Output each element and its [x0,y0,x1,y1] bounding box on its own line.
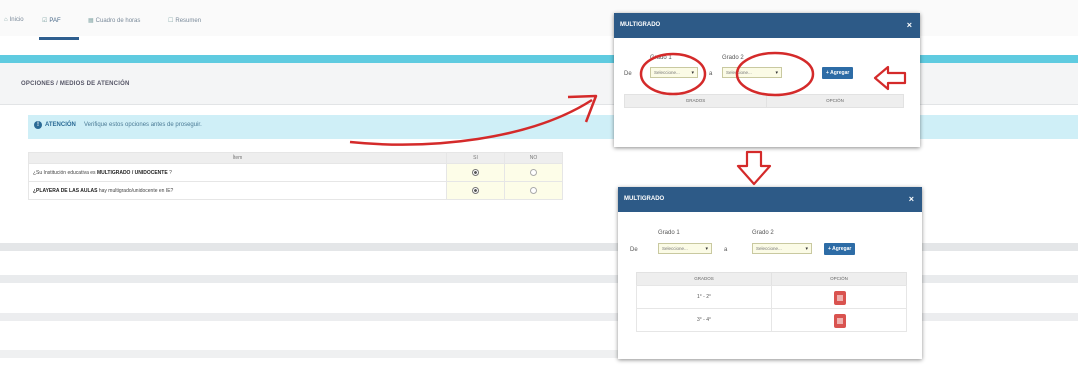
option-si-cell [446,163,505,182]
grado2-label: Grado 2 [752,230,774,236]
tab-paf[interactable]: ☑ PAF [42,17,61,24]
faded-row [0,350,620,358]
column-header-item: Ítem [28,152,447,164]
outline-arrow-down [736,150,772,186]
table-header-row: Ítem SI NO [28,152,563,164]
column-header-si: SI [446,152,505,164]
option-cell [771,308,907,332]
caret-down-icon: ▾ [805,246,808,252]
faded-row [0,243,620,251]
de-label: De [630,247,638,253]
alert-info: ! ATENCIÓN Verifique estos opciones ante… [28,115,1078,139]
trash-icon[interactable] [834,314,846,328]
document-icon: ☐ [168,18,174,24]
grado2-label: Grado 2 [722,55,744,61]
active-tab-indicator [39,37,79,40]
grados-cell: 1° - 2° [636,285,772,309]
faded-row [922,313,1078,321]
option-si-cell [446,181,505,200]
grados-cell: 3° - 4° [636,308,772,332]
faded-row [0,313,620,321]
radio-si[interactable] [472,169,479,176]
option-cell [771,285,907,309]
grid-icon: ▦ [88,18,94,24]
alert-text: Verifique estos opciones antes de proseg… [84,122,202,128]
caret-down-icon: ▾ [691,70,694,76]
radio-no[interactable] [530,187,537,194]
caret-down-icon: ▾ [705,246,708,252]
multigrado-modal-empty: MULTIGRADO × Grado 1 De Seleccione... ▾ a… [614,13,920,147]
table-row: ¿Su Institución educativa es MULTIGRADO … [28,163,563,182]
column-header-no: NO [504,152,563,164]
table-row: ¿PLAYERA DE LAS AULAS hay multigrado/uni… [28,181,563,200]
option-no-cell [504,163,563,182]
multigrado-modal-filled: MULTIGRADO × Grado 1 De Seleccione... ▾ a… [618,187,922,359]
grado1-label: Grado 1 [658,230,680,236]
tab-resumen[interactable]: ☐ Resumen [168,17,201,24]
modal-header: MULTIGRADO × [614,13,920,38]
caret-down-icon: ▾ [775,70,778,76]
question-cell: ¿Su Institución educativa es MULTIGRADO … [28,163,447,182]
grado1-label: Grado 1 [650,55,672,61]
a-label: a [724,247,728,253]
tab-cuadro-de-horas[interactable]: ▦ Cuadro de horas [88,17,140,24]
option-no-cell [504,181,563,200]
radio-si[interactable] [472,187,479,194]
modal-title: MULTIGRADO [620,22,661,28]
grado1-select[interactable]: Seleccione... ▾ [650,67,698,78]
grado2-select[interactable]: Seleccione... ▾ [752,243,812,254]
home-icon: ⌂ [4,17,8,23]
options-table: Ítem SI NO ¿Su Institución educativa es … [28,152,563,200]
faded-row [0,275,620,283]
column-header-opcion: OPCIÓN [771,272,907,286]
info-icon: ! [34,121,42,129]
grado2-select[interactable]: Seleccione... ▾ [722,67,782,78]
close-icon[interactable]: × [907,20,912,30]
de-label: De [624,71,632,77]
faded-row [922,275,1078,283]
radio-no[interactable] [530,169,537,176]
add-button[interactable]: + Agregar [822,67,854,79]
close-icon[interactable]: × [909,194,914,204]
section-title: OPCIONES / MEDIOS DE ATENCIÓN [21,81,130,87]
column-header-grados: GRADOS [624,94,767,108]
modal-title: MULTIGRADO [624,196,665,202]
add-button[interactable]: + Agregar [824,243,856,255]
trash-icon[interactable] [834,291,846,305]
modal-header: MULTIGRADO × [618,187,922,212]
faded-row [922,243,1078,251]
question-cell: ¿PLAYERA DE LAS AULAS hay multigrado/uni… [28,181,447,200]
alert-strong: ATENCIÓN [45,122,76,128]
column-header-grados: GRADOS [636,272,772,286]
grado1-select[interactable]: Seleccione... ▾ [658,243,712,254]
tab-inicio[interactable]: ⌂ Inicio [4,17,24,23]
column-header-opcion: OPCIÓN [766,94,904,108]
clipboard-icon: ☑ [42,18,48,24]
a-label: a [709,71,713,77]
